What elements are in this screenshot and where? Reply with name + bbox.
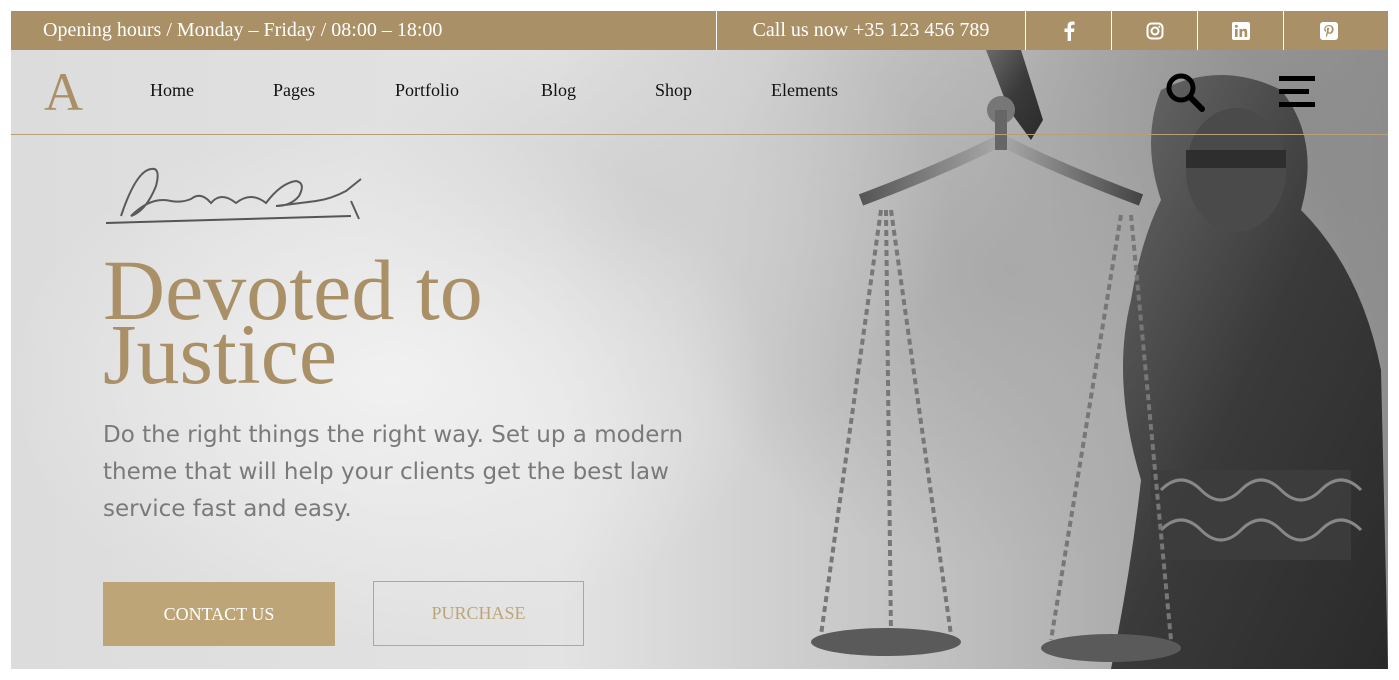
nav-item-pages[interactable]: Pages — [273, 80, 315, 101]
instagram-link[interactable] — [1112, 11, 1198, 50]
signature-image — [105, 167, 362, 224]
contact-us-button[interactable]: CONTACT US — [103, 582, 335, 646]
pinterest-link[interactable] — [1284, 11, 1374, 50]
hero-subtext: Do the right things the right way. Set u… — [103, 422, 684, 522]
site-logo[interactable]: A — [44, 60, 83, 124]
top-bar: Opening hours / Monday – Friday / 08:00 … — [11, 11, 1388, 50]
nav-item-home[interactable]: Home — [150, 80, 194, 101]
linkedin-icon — [1231, 21, 1250, 40]
hamburger-menu-icon[interactable] — [1279, 76, 1317, 108]
facebook-link[interactable] — [1026, 11, 1112, 50]
main-navigation: A Home Pages Portfolio Blog Shop Element… — [11, 50, 1388, 135]
pinterest-icon — [1320, 21, 1338, 40]
linkedin-link[interactable] — [1198, 11, 1284, 50]
nav-item-blog[interactable]: Blog — [541, 80, 576, 101]
nav-item-elements[interactable]: Elements — [771, 80, 838, 101]
facebook-icon — [1064, 21, 1075, 41]
search-icon[interactable] — [1163, 70, 1207, 114]
page-frame: Opening hours / Monday – Friday / 08:00 … — [11, 11, 1388, 669]
hero-headline: Devoted to Justice — [103, 247, 663, 397]
purchase-button[interactable]: PURCHASE — [373, 581, 584, 646]
call-us-link[interactable]: Call us now +35 123 456 789 — [716, 11, 1026, 50]
instagram-icon — [1146, 22, 1163, 39]
nav-item-portfolio[interactable]: Portfolio — [395, 80, 459, 101]
opening-hours-text: Opening hours / Monday – Friday / 08:00 … — [43, 19, 443, 41]
lady-justice-statue-image — [811, 50, 1388, 669]
nav-item-shop[interactable]: Shop — [655, 80, 692, 101]
